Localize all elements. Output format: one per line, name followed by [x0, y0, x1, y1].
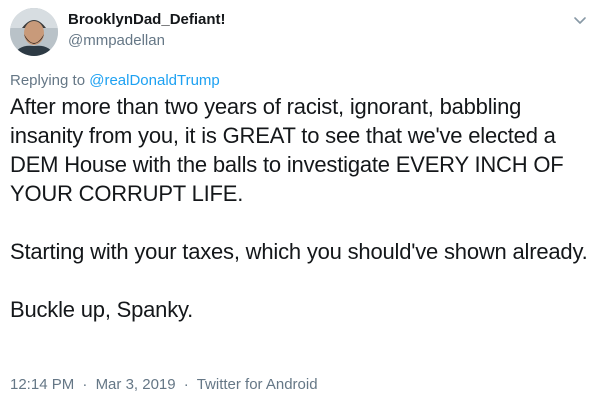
- tweet-paragraph: Starting with your taxes, which you shou…: [10, 239, 588, 264]
- profile-photo-icon: [10, 8, 58, 56]
- tweet-paragraph: After more than two years of racist, ign…: [10, 94, 564, 206]
- tweet-paragraph: Buckle up, Spanky.: [10, 297, 194, 322]
- tweet-source[interactable]: Twitter for Android: [197, 376, 318, 393]
- replying-to: Replying to @realDonaldTrump: [10, 72, 220, 89]
- author-block: BrooklynDad_Defiant! @mmpadellan: [68, 12, 226, 48]
- replying-to-label: Replying to: [10, 72, 90, 89]
- meta-separator: ·: [183, 376, 189, 393]
- user-handle[interactable]: @mmpadellan: [68, 33, 226, 48]
- meta-separator: ·: [82, 376, 88, 393]
- tweet-time[interactable]: 12:14 PM: [10, 376, 74, 393]
- tweet-meta: 12:14 PM · Mar 3, 2019 · Twitter for And…: [10, 376, 318, 393]
- display-name[interactable]: BrooklynDad_Defiant!: [68, 12, 226, 27]
- avatar[interactable]: [10, 8, 58, 56]
- chevron-down-icon[interactable]: [572, 12, 588, 28]
- tweet-card: BrooklynDad_Defiant! @mmpadellan Replyin…: [0, 0, 600, 416]
- tweet-date[interactable]: Mar 3, 2019: [96, 376, 176, 393]
- mention-link[interactable]: @realDonaldTrump: [89, 72, 220, 89]
- tweet-text: After more than two years of racist, ign…: [10, 92, 590, 324]
